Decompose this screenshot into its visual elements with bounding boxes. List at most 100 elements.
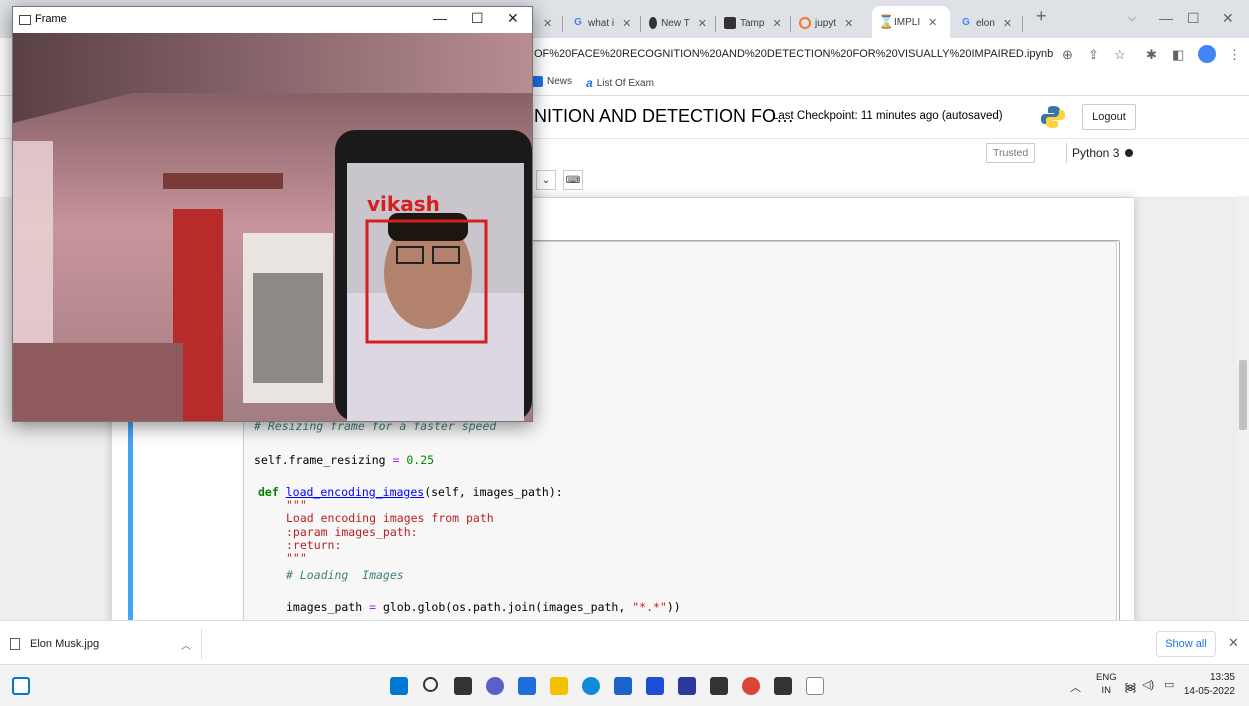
webcam-feed: vikash <box>13 33 532 421</box>
command-palette-keyboard-icon[interactable]: ⌨ <box>563 170 583 190</box>
image-file-icon <box>10 638 20 650</box>
page-scrollbar[interactable] <box>1237 196 1249 620</box>
frame-close-icon[interactable]: ✕ <box>507 10 519 27</box>
close-tab-icon[interactable]: ✕ <box>928 16 937 29</box>
browser-tab[interactable]: jupyt ✕ <box>793 10 867 36</box>
tampermonkey-icon <box>724 17 736 29</box>
windows-taskbar: ︿ ENG IN ᯼ ◁) ▭ 13:35 14-05-2022 <box>0 664 1249 706</box>
bookmark-label: List Of Exam <box>596 77 654 89</box>
exam-icon: a <box>586 76 593 90</box>
tab-label: elon <box>976 17 995 29</box>
chat-icon[interactable] <box>486 677 504 695</box>
notepad-icon[interactable] <box>806 677 824 695</box>
tab-search-icon[interactable]: ⌵ <box>1128 12 1136 25</box>
browser-tab[interactable]: New T ✕ <box>643 10 713 36</box>
profile-avatar[interactable] <box>1198 45 1216 63</box>
tray-chevron-icon[interactable]: ︿ <box>1070 679 1081 695</box>
browser-tab[interactable]: ✕ <box>533 10 559 36</box>
cell-type-dropdown-chevron-icon[interactable]: ⌄ <box>536 170 556 190</box>
close-tab-icon[interactable]: ✕ <box>844 17 853 30</box>
frame-window[interactable]: Frame — ☐ ✕ vikash <box>12 6 533 422</box>
tab-label: IMPLI <box>894 16 921 28</box>
tab-label: New T <box>661 17 690 29</box>
code-line: :return: <box>286 538 342 552</box>
mail-icon[interactable] <box>646 677 664 695</box>
code-line: images_path = glob.glob(os.path.join(ima… <box>286 600 681 614</box>
console-icon[interactable] <box>774 677 792 695</box>
close-tab-icon[interactable]: ✕ <box>772 17 781 30</box>
bookmark-news[interactable]: News <box>532 76 572 87</box>
menu-kebab-icon[interactable]: ⋮ <box>1228 47 1241 63</box>
browser-tab-active[interactable]: ⌛ IMPLI ✕ <box>872 6 950 38</box>
checkpoint-status: Last Checkpoint: 11 minutes ago (autosav… <box>772 110 1003 122</box>
close-tab-icon[interactable]: ✕ <box>543 17 552 30</box>
news-icon <box>532 76 543 87</box>
code-line: """ <box>286 551 307 565</box>
start-icon[interactable] <box>390 677 408 695</box>
kernel-status-icon <box>1125 149 1134 157</box>
bookmark-list-of-exam[interactable]: a List Of Exam <box>586 76 654 90</box>
download-item[interactable]: Elon Musk.jpg ︿ <box>10 629 202 659</box>
frame-maximize-icon[interactable]: ☐ <box>471 10 484 27</box>
browser-tab[interactable]: Tamp ✕ <box>718 10 788 36</box>
close-downloads-icon[interactable]: ✕ <box>1228 635 1239 651</box>
close-window-icon[interactable]: ✕ <box>1222 10 1234 27</box>
tab-label: what i <box>588 17 615 29</box>
minimize-icon[interactable]: — <box>1159 10 1173 26</box>
close-tab-icon[interactable]: ✕ <box>698 17 707 30</box>
chevron-up-icon[interactable]: ︿ <box>181 637 191 652</box>
close-tab-icon[interactable]: ✕ <box>622 17 631 30</box>
widgets-icon[interactable] <box>12 677 30 695</box>
frame-title: Frame <box>35 13 67 25</box>
terminal-icon[interactable] <box>710 677 728 695</box>
hourglass-icon: ⌛ <box>878 14 895 29</box>
github-icon <box>649 17 658 29</box>
clock-date: 14-05-2022 <box>1183 686 1235 697</box>
chrome-icon[interactable] <box>742 677 760 695</box>
logout-button[interactable]: Logout <box>1082 104 1136 130</box>
maximize-icon[interactable]: ☐ <box>1187 10 1200 27</box>
teams-icon[interactable] <box>518 677 536 695</box>
jupyter-icon <box>799 17 811 29</box>
frame-app-icon <box>19 15 31 25</box>
new-tab-icon[interactable]: + <box>1036 6 1047 27</box>
code-line: """ <box>286 498 307 512</box>
browser-tab[interactable]: G what i ✕ <box>566 10 638 36</box>
kernel-name: Python 3 <box>1072 146 1120 160</box>
lang-code: ENG <box>1096 672 1117 683</box>
volume-icon[interactable]: ◁) <box>1142 678 1154 691</box>
kernel-indicator: Python 3 <box>1066 143 1134 163</box>
system-clock[interactable]: 13:35 14-05-2022 <box>1184 671 1235 699</box>
wifi-icon[interactable]: ᯼ <box>1124 678 1137 695</box>
url-field[interactable]: OF%20FACE%20RECOGNITION%20AND%20DETECTIO… <box>534 48 1053 60</box>
notebook-title[interactable]: NITION AND DETECTION FO… <box>534 106 794 127</box>
share-icon[interactable]: ⇪ <box>1088 47 1099 63</box>
bookmark-star-icon[interactable]: ☆ <box>1114 47 1126 63</box>
bookmark-label: News <box>547 76 573 87</box>
battery-icon[interactable]: ▭ <box>1164 678 1174 691</box>
store-icon[interactable] <box>614 677 632 695</box>
side-panel-icon[interactable]: ◧ <box>1172 47 1184 63</box>
browser-tab[interactable]: G elon ✕ <box>954 10 1020 36</box>
task-view-icon[interactable] <box>454 677 472 695</box>
edge-icon[interactable] <box>582 677 600 695</box>
language-indicator[interactable]: ENG IN <box>1096 671 1117 697</box>
show-all-button[interactable]: Show all <box>1156 631 1216 657</box>
trusted-indicator[interactable]: Trusted <box>986 143 1036 163</box>
region-code: IN <box>1101 685 1112 696</box>
clock-time: 13:35 <box>1209 672 1235 683</box>
code-line: def load_encoding_images(self, images_pa… <box>258 485 563 499</box>
file-explorer-icon[interactable] <box>550 677 568 695</box>
frame-titlebar[interactable]: Frame — ☐ ✕ <box>13 7 532 33</box>
google-icon: G <box>574 17 582 28</box>
app-icon[interactable] <box>678 677 696 695</box>
close-tab-icon[interactable]: ✕ <box>1003 17 1012 30</box>
search-icon[interactable] <box>423 677 438 692</box>
extensions-icon[interactable]: ✱ <box>1146 47 1157 63</box>
tab-label: Tamp <box>740 17 765 29</box>
scrollbar-thumb[interactable] <box>1239 360 1247 430</box>
zoom-icon[interactable]: ⊕ <box>1062 47 1073 63</box>
python-logo-icon <box>1041 106 1065 128</box>
code-line: # Loading Images <box>286 568 404 582</box>
frame-minimize-icon[interactable]: — <box>433 10 447 26</box>
